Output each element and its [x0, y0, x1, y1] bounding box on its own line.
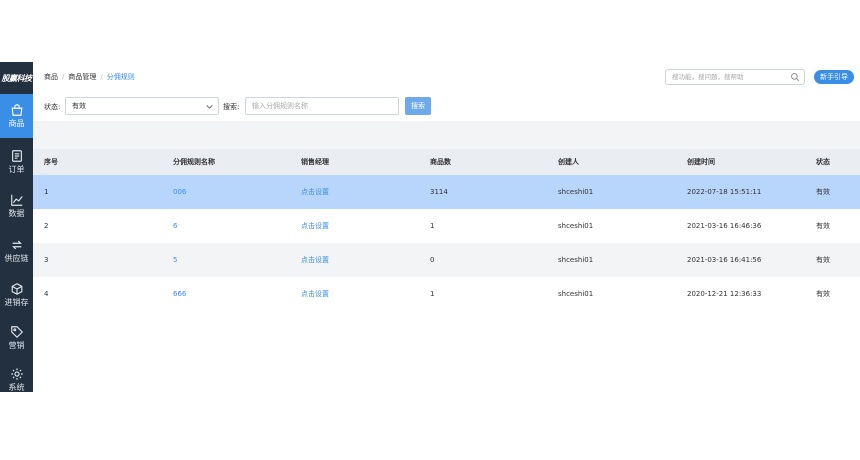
global-search-input[interactable]	[672, 73, 790, 81]
column-header: 商品数	[430, 158, 451, 166]
filter-bar: 状态: 有效 搜索: 搜索	[33, 96, 860, 118]
sidebar-item-data[interactable]: 数据	[0, 184, 33, 228]
product-count: 3114	[430, 188, 448, 196]
row-index: 2	[44, 222, 49, 230]
sidebar-item-label: 营销	[8, 341, 25, 350]
rule-name-link[interactable]: 6	[173, 222, 177, 230]
created-time: 2021-03-16 16:46:36	[687, 222, 762, 230]
created-time: 2021-03-16 16:41:56	[687, 256, 762, 264]
table-row[interactable]: 1 006 点击设置 3114 shceshi01 2022-07-18 15:…	[33, 175, 860, 209]
sidebar-item-label: 订单	[8, 165, 25, 174]
sidebar-item-inventory[interactable]: 进销存	[0, 273, 33, 317]
package-icon	[11, 283, 22, 295]
status-select[interactable]: 有效	[65, 97, 219, 115]
column-header: 销售经理	[301, 158, 329, 166]
status-text: 有效	[816, 222, 830, 230]
sidebar-item-marketing[interactable]: 营销	[0, 316, 33, 360]
breadcrumb: 商品 / 商品管理 / 分佣规则	[44, 72, 135, 82]
creator: shceshi01	[558, 256, 594, 264]
sidebar-item-label: 数据	[8, 209, 25, 218]
row-index: 4	[44, 290, 49, 298]
breadcrumb-separator: /	[62, 73, 65, 81]
column-header: 分佣规则名称	[173, 158, 215, 166]
sidebar-item-system[interactable]: 系统	[0, 358, 33, 402]
created-time: 2020-12-21 12:36:33	[687, 290, 762, 298]
row-index: 1	[44, 188, 49, 196]
bag-icon	[11, 104, 22, 116]
table-row[interactable]: 2 6 点击设置 1 shceshi01 2021-03-16 16:46:36…	[33, 209, 860, 243]
breadcrumb-separator: /	[100, 73, 103, 81]
breadcrumb-current: 分佣规则	[106, 73, 135, 81]
sidebar: 股赢科技 商品 订单 数据 供应链 进销存 营销 系统	[0, 62, 38, 392]
status-text: 有效	[816, 188, 830, 196]
row-index: 3	[44, 256, 49, 264]
app-window: 股赢科技 商品 订单 数据 供应链 进销存 营销 系统 商品 / 商品管理 / …	[0, 62, 860, 392]
sidebar-item-supply-chain[interactable]: 供应链	[0, 229, 33, 273]
top-bar: 商品 / 商品管理 / 分佣规则 新手引导	[33, 62, 860, 92]
rule-name-link[interactable]: 006	[173, 188, 186, 196]
rules-table: 序号 分佣规则名称 销售经理 商品数 创建人 创建时间 状态 1 006 点击设…	[33, 149, 860, 311]
line-chart-icon	[10, 194, 23, 206]
column-header: 状态	[816, 158, 830, 166]
search-button[interactable]: 搜索	[405, 97, 431, 115]
set-manager-link[interactable]: 点击设置	[301, 255, 329, 265]
creator: shceshi01	[558, 188, 594, 196]
global-search-box	[665, 69, 805, 85]
column-header: 创建人	[558, 158, 579, 166]
spacer-band	[33, 121, 860, 149]
tag-icon	[10, 326, 23, 339]
sidebar-item-label: 供应链	[4, 254, 29, 263]
creator: shceshi01	[558, 290, 594, 298]
table-header: 序号 分佣规则名称 销售经理 商品数 创建人 创建时间 状态	[33, 149, 860, 175]
sidebar-item-label: 系统	[8, 383, 25, 392]
document-icon	[11, 150, 22, 162]
search-label: 搜索:	[223, 103, 240, 111]
sidebar-item-label: 商品	[8, 119, 25, 128]
status-label: 状态:	[44, 103, 61, 111]
breadcrumb-item[interactable]: 商品	[44, 72, 58, 82]
set-manager-link[interactable]: 点击设置	[301, 221, 329, 231]
rule-name-link[interactable]: 5	[173, 256, 177, 264]
table-row[interactable]: 3 5 点击设置 0 shceshi01 2021-03-16 16:41:56…	[33, 243, 860, 277]
column-header: 创建时间	[687, 158, 715, 166]
set-manager-link[interactable]: 点击设置	[301, 289, 329, 299]
creator: shceshi01	[558, 222, 594, 230]
search-icon[interactable]	[790, 72, 800, 82]
column-header: 序号	[44, 158, 58, 166]
sidebar-item-orders[interactable]: 订单	[0, 140, 33, 184]
table-row[interactable]: 4 666 点击设置 1 shceshi01 2020-12-21 12:36:…	[33, 277, 860, 311]
exchange-icon	[11, 240, 22, 250]
sidebar-item-label: 进销存	[4, 298, 29, 307]
product-count: 1	[430, 290, 435, 298]
created-time: 2022-07-18 15:51:11	[687, 188, 762, 196]
status-select-value: 有效	[72, 102, 86, 110]
breadcrumb-item[interactable]: 商品管理	[68, 72, 96, 82]
status-text: 有效	[816, 256, 830, 264]
gear-icon	[10, 368, 23, 380]
rule-name-link[interactable]: 666	[173, 290, 186, 298]
product-count: 0	[430, 256, 435, 264]
product-count: 1	[430, 222, 435, 230]
rule-name-search-input[interactable]	[245, 97, 399, 115]
set-manager-link[interactable]: 点击设置	[301, 187, 329, 197]
guide-button[interactable]: 新手引导	[814, 70, 854, 84]
sidebar-item-goods[interactable]: 商品	[0, 94, 38, 138]
chevron-down-icon	[206, 105, 213, 109]
logo: 股赢科技	[1, 73, 33, 83]
main-content: 商品 / 商品管理 / 分佣规则 新手引导 状态: 有效 搜索: 搜索	[33, 62, 860, 392]
status-text: 有效	[816, 290, 830, 298]
